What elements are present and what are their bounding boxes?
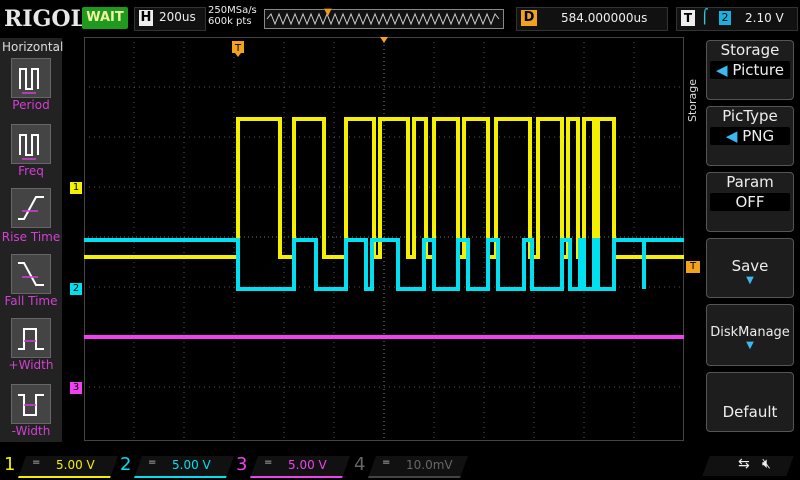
storage-menu-button[interactable]: Storage ◀ Picture (706, 40, 794, 100)
ch2-status[interactable]: 2 = 5.00 V (120, 454, 235, 478)
menu-side-label: Storage (686, 78, 699, 122)
rise-time-icon (18, 196, 44, 220)
waveform-display[interactable]: T (84, 37, 684, 441)
pos-width-label: +Width (8, 358, 54, 372)
pictype-value: ◀ PNG (710, 127, 790, 145)
save-label: Save (731, 257, 769, 275)
ch4-scale: 10.0mV (406, 458, 453, 472)
trigger-box[interactable]: T ⌠ 2 2.10 V (676, 7, 798, 31)
ch3-offset-marker[interactable]: 3 (70, 382, 82, 394)
ch2-number: 2 (120, 454, 132, 475)
delay-key: D (521, 10, 537, 26)
param-title: Param (726, 173, 774, 191)
trigger-source: 2 (719, 11, 731, 25)
pos-width-icon (18, 328, 44, 350)
timebase-key: H (139, 10, 153, 26)
timebase-box[interactable]: H 200us (134, 7, 206, 31)
trigger-level: 2.10 V (745, 11, 784, 25)
ch3-coupling: = (264, 457, 273, 468)
period-label: Period (12, 98, 50, 112)
param-menu-button[interactable]: Param OFF (706, 172, 794, 232)
disk-manage-label: DiskManage (710, 325, 790, 340)
ch3-status[interactable]: 3 = 5.00 V (236, 454, 351, 478)
ch1-offset-marker[interactable]: 1 (70, 182, 82, 194)
panel-title: Horizontal (2, 40, 64, 54)
ch4-coupling: = (382, 457, 391, 468)
ch1-number: 1 (4, 454, 16, 475)
delay-box[interactable]: D 584.000000us (516, 7, 668, 31)
center-marker (380, 37, 388, 43)
ch1-scale: 5.00 V (56, 458, 95, 472)
period-icon (19, 68, 39, 94)
ch1-trace (84, 117, 684, 259)
pictype-title: PicType (722, 107, 778, 125)
freq-measure-button[interactable] (11, 124, 51, 164)
default-label: Default (722, 403, 778, 421)
ch4-status[interactable]: 4 = 10.0mV (354, 454, 469, 478)
ch3-scale: 5.00 V (288, 458, 327, 472)
usb-icon: ⇆ (738, 456, 750, 472)
ch2-offset-marker[interactable]: 2 (70, 283, 82, 295)
ch3-number: 3 (236, 454, 248, 475)
rise-time-measure-button[interactable] (11, 188, 51, 228)
ch1-status[interactable]: 1 = 5.00 V (4, 454, 119, 478)
storage-value: ◀ Picture (710, 61, 790, 79)
trigger-position-marker: ▼ (324, 7, 332, 18)
speaker-mute-icon[interactable]: 🔇︎ (762, 456, 771, 472)
pictype-menu-button[interactable]: PicType ◀ PNG (706, 106, 794, 166)
ch2-scale: 5.00 V (172, 458, 211, 472)
brand-logo: RIGOL (4, 6, 86, 32)
timebase-value: 200us (159, 10, 196, 24)
trigger-key: T (681, 10, 695, 26)
pos-width-measure-button[interactable] (11, 318, 51, 358)
param-value: OFF (710, 193, 790, 211)
save-button[interactable]: Save ▼ (706, 238, 794, 298)
default-button[interactable]: Default (706, 372, 794, 432)
sample-info: 250MSa/s 600k pts (208, 5, 257, 27)
rising-edge-icon: ⌠ (701, 9, 709, 25)
storage-title: Storage (720, 41, 780, 59)
fall-time-label: Fall Time (4, 294, 58, 308)
run-state-badge[interactable]: WAIT (82, 7, 128, 29)
ch4-number: 4 (354, 454, 366, 475)
chevron-down-icon: ▼ (746, 275, 754, 286)
memory-depth: 600k pts (208, 16, 252, 27)
period-measure-button[interactable] (11, 58, 51, 98)
freq-label: Freq (18, 164, 44, 178)
neg-width-measure-button[interactable] (11, 384, 51, 424)
disk-manage-button[interactable]: DiskManage ▼ (706, 304, 794, 366)
delay-value: 584.000000us (561, 11, 648, 25)
trigger-time-marker: T (232, 41, 244, 57)
neg-width-icon (18, 394, 44, 416)
ch1-coupling: = (32, 457, 41, 468)
memory-overview-bar (264, 9, 504, 29)
sample-rate: 250MSa/s (208, 5, 257, 16)
trigger-level-marker[interactable]: T (686, 261, 700, 273)
fall-time-measure-button[interactable] (11, 254, 51, 294)
chevron-down-icon: ▼ (746, 340, 754, 351)
neg-width-label: -Width (11, 424, 51, 438)
ch2-coupling: = (148, 457, 157, 468)
rise-time-label: Rise Time (1, 230, 61, 244)
freq-icon (19, 134, 39, 160)
svg-text:T: T (234, 43, 242, 54)
fall-time-icon (18, 262, 44, 286)
